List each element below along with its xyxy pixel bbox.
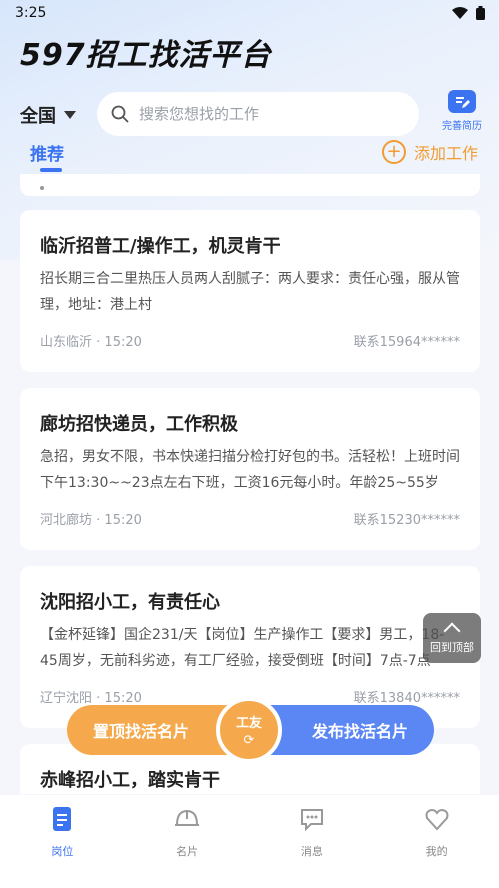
job-location: 山东临沂 [40, 335, 93, 350]
job-description: 招长期三合二里热压人员两人刮腻子：两人要求：责任心强，服从管理，地址：港上村 [40, 271, 460, 313]
region-label: 全国 [20, 106, 56, 127]
tab-indicator [40, 168, 62, 172]
region-selector[interactable]: 全国 [20, 102, 76, 128]
job-location-time: 河北廊坊 · 15:20 [40, 513, 142, 528]
tab-recommend[interactable]: 推荐 [30, 140, 64, 165]
chat-bubble-icon [296, 803, 328, 835]
job-contact[interactable]: 联系15964****** [354, 331, 460, 350]
nav-label: 消息 [300, 845, 323, 858]
job-card[interactable]: 临沂招普工/操作工，机灵肯干 招长期三合二里热压人员两人刮腻子：两人要求：责任心… [20, 210, 480, 372]
bottom-nav: 岗位 名片 消息 我的 [0, 795, 499, 888]
job-location-time: 辽宁沈阳 · 15:20 [40, 691, 142, 706]
job-contact[interactable]: 联系13840****** [354, 687, 460, 706]
resume-label: 完善简历 [442, 121, 482, 132]
resume-button[interactable]: 完善简历 [440, 90, 484, 132]
job-title: 临沂招普工/操作工，机灵肯干 [40, 236, 281, 257]
job-location: 辽宁沈阳 [40, 691, 93, 706]
search-icon [111, 105, 129, 123]
status-bar: 3:25 [0, 0, 499, 26]
job-description: 【金杯延锋】国企231/天【岗位】生产操作工【要求】男工，18-45周岁，无前科… [40, 627, 445, 669]
heart-shield-icon [421, 803, 453, 835]
status-icons [452, 6, 485, 20]
caret-down-icon [64, 111, 76, 119]
nav-label: 我的 [425, 845, 448, 858]
app-title: 597招工找活平台 [20, 38, 272, 73]
job-time: 15:20 [104, 335, 142, 350]
job-description: 急招，男女不限，书本快递扫描分检打好包的书。活轻松！上班时间下午13:30~~2… [40, 449, 460, 491]
job-meta: 河北廊坊 · 15:20 联系15230****** [40, 509, 460, 528]
add-job-button[interactable]: + 添加工作 [382, 140, 478, 164]
wifi-icon [452, 6, 468, 19]
add-job-label: 添加工作 [414, 144, 479, 163]
back-to-top-label: 回到顶部 [430, 641, 474, 654]
battery-icon [476, 6, 485, 20]
nav-item-cards[interactable]: 名片 [137, 803, 237, 888]
job-title: 沈阳招小工，有责任心 [40, 592, 220, 613]
job-location-time: 山东临沂 · 15:20 [40, 335, 142, 350]
job-card-partial[interactable] [20, 174, 480, 196]
job-title: 赤峰招小工，踏实肯干 [40, 770, 220, 791]
nav-label: 岗位 [51, 845, 74, 858]
back-to-top-button[interactable]: 回到顶部 [423, 613, 481, 663]
job-card[interactable]: 廊坊招快递员，工作积极 急招，男女不限，书本快递扫描分检打好包的书。活轻松！上班… [20, 388, 480, 550]
refresh-icon: ⟳ [243, 733, 255, 748]
search-bar[interactable] [97, 92, 419, 136]
pin-card-label: 置顶找活名片 [93, 722, 190, 741]
tab-bar: 推荐 [30, 140, 64, 174]
search-input[interactable] [139, 105, 399, 123]
worker-button[interactable]: 工友 ⟳ [216, 697, 282, 763]
edit-document-icon [448, 90, 476, 113]
nav-label: 名片 [176, 845, 199, 858]
document-list-icon [46, 803, 78, 835]
status-time: 3:25 [15, 5, 47, 21]
job-time: 15:20 [104, 513, 142, 528]
nav-item-profile[interactable]: 我的 [387, 803, 487, 888]
job-meta: 山东临沂 · 15:20 联系15964****** [40, 331, 460, 350]
job-time: 15:20 [104, 691, 142, 706]
job-location: 河北廊坊 [40, 513, 93, 528]
chevron-up-icon [443, 622, 461, 640]
job-title: 廊坊招快递员，工作积极 [40, 414, 238, 435]
nav-item-messages[interactable]: 消息 [262, 803, 362, 888]
plus-circle-icon: + [382, 140, 406, 164]
publish-card-label: 发布找活名片 [311, 722, 408, 741]
dot-icon [40, 186, 44, 190]
job-contact[interactable]: 联系15230****** [354, 509, 460, 528]
helmet-icon [171, 803, 203, 835]
worker-label: 工友 [235, 716, 262, 731]
nav-item-jobs[interactable]: 岗位 [12, 803, 112, 888]
